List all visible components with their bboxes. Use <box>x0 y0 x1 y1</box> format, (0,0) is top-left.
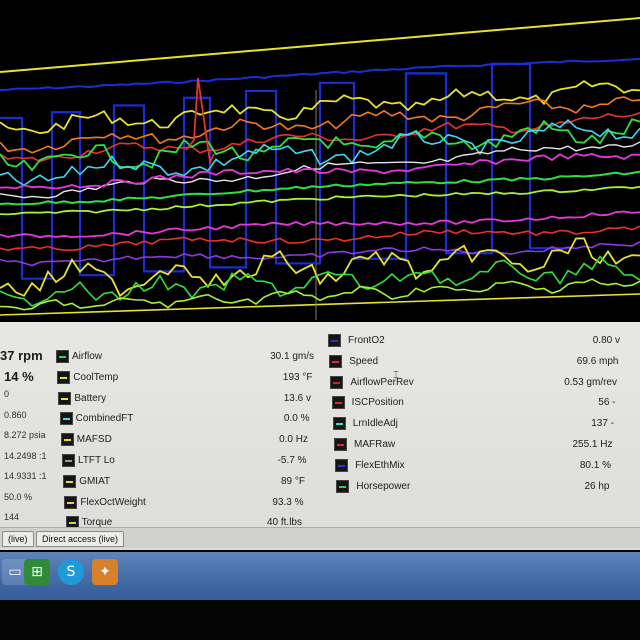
sensor-row[interactable]: AirflowPerRev 0.53 gm/rev <box>320 374 630 392</box>
sensor-value: 56 - <box>598 397 616 409</box>
sensor-name: Horsepower <box>356 480 411 492</box>
graph-border-top <box>0 17 640 73</box>
sensor-row[interactable]: FlexOctWeight 93.3 % <box>48 494 318 512</box>
left-reading: 0 <box>4 389 10 399</box>
series-color-swatch <box>328 334 341 347</box>
sensor-row[interactable]: CombinedFT 0.0 % <box>48 410 318 428</box>
sensor-value: 30.1 gm/s <box>270 351 314 362</box>
series-color-swatch <box>335 458 349 472</box>
sensor-value: 137 - <box>591 418 614 430</box>
left-reading: 14.9331 :1 <box>4 471 47 481</box>
sensor-row[interactable]: Airflow 30.1 gm/s <box>48 348 318 366</box>
sensor-value: 80.1 % <box>579 459 611 471</box>
sensor-row[interactable]: LrnIdleAdj 137 - <box>320 415 630 433</box>
mouse-cursor-icon: ⌶ <box>393 370 399 381</box>
sensor-row[interactable]: MAFSD 0.0 Hz <box>48 431 318 449</box>
series-color-swatch <box>62 454 75 467</box>
sensor-value: 26 hp <box>584 480 610 492</box>
sensor-name: CombinedFT <box>75 413 134 425</box>
monitor-bezel <box>0 600 640 640</box>
sensor-name: CoolTemp <box>73 371 119 383</box>
graph-border-bottom <box>0 293 640 316</box>
tab-bar: (live) Direct access (live) <box>0 527 640 548</box>
sensor-value: 193 °F <box>282 371 313 383</box>
sensor-name: GMIAT <box>79 475 111 487</box>
left-reading: 50.0 % <box>4 491 33 502</box>
sensor-row[interactable]: Horsepower 26 hp <box>320 478 630 496</box>
sensor-value: 0.0 % <box>283 413 310 425</box>
sensor-name: Battery <box>74 392 107 404</box>
sensor-value: 255.1 Hz <box>572 439 613 450</box>
series-color-swatch <box>58 391 72 405</box>
sensor-name: AirflowPerRev <box>350 376 414 388</box>
series-color-swatch <box>59 412 73 426</box>
left-reading: 14 % <box>4 368 34 384</box>
sensor-row[interactable]: CoolTemp 193 °F <box>48 369 318 387</box>
sensor-row[interactable]: ISCPosition 56 - <box>320 394 630 412</box>
sensor-value: 69.6 mph <box>576 355 619 367</box>
series-color-swatch <box>336 479 350 493</box>
sensor-name: LrnIdleAdj <box>352 418 398 430</box>
sensor-value: 0.53 gm/rev <box>564 376 617 388</box>
sensor-row[interactable]: Speed 69.6 mph <box>320 353 630 371</box>
sensor-name: ISCPosition <box>351 397 404 409</box>
left-reading: 8.272 psia <box>4 430 46 440</box>
series-color-swatch <box>329 354 343 368</box>
series-color-swatch <box>57 370 71 384</box>
sensor-name: LTFT Lo <box>78 455 115 466</box>
left-reading: 14.2498 :1 <box>4 450 47 461</box>
series-color-swatch <box>60 433 74 447</box>
sensor-value: 0.80 v <box>592 335 620 346</box>
sensor-row[interactable]: GMIAT 89 °F <box>48 473 318 491</box>
sensor-row[interactable]: Battery 13.6 v <box>48 390 318 408</box>
series-color-swatch <box>334 438 347 451</box>
sensor-value: 13.6 v <box>283 392 311 404</box>
sensor-name: Speed <box>349 355 379 367</box>
spreadsheet-icon[interactable]: ⊞ <box>24 559 50 585</box>
sensor-readout-panel: 37 rpm 14 % 0 0.860 8.272 psia 14.2498 :1 14.9… <box>0 322 640 550</box>
tab-direct-access[interactable]: Direct access (live) <box>36 531 125 547</box>
sensor-row[interactable]: MAFRaw 255.1 Hz <box>320 436 630 454</box>
graph-area[interactable] <box>0 0 640 335</box>
sensor-value: -5.7 % <box>277 455 307 466</box>
series-color-swatch <box>331 396 345 410</box>
app-icon[interactable]: ✦ <box>92 559 118 585</box>
sensor-row[interactable]: FlexEthMix 80.1 % <box>320 457 630 475</box>
tab-live[interactable]: (live) <box>2 531 34 547</box>
sensor-name: MAFSD <box>76 434 112 446</box>
sensor-name: MAFRaw <box>354 439 396 450</box>
series-color-swatch <box>330 375 344 389</box>
series-color-swatch <box>56 350 69 363</box>
series-color-swatch <box>64 495 78 509</box>
sensor-graph <box>0 17 640 320</box>
left-reading: 0.860 <box>4 409 27 420</box>
sensor-name: Airflow <box>72 351 103 362</box>
sensor-name: FrontO2 <box>348 335 385 346</box>
left-reading: 37 rpm <box>0 348 43 363</box>
sensor-value: 89 °F <box>280 475 305 487</box>
scanner-window: 37 rpm 14 % 0 0.860 8.272 psia 14.2498 :1 14.9… <box>0 0 640 640</box>
sensor-value: 93.3 % <box>272 496 304 508</box>
sensor-value: 0.0 Hz <box>279 434 308 446</box>
sensor-name: FlexOctWeight <box>80 496 146 508</box>
sensor-row[interactable]: FrontO2 0.80 v <box>320 332 630 350</box>
sensor-row[interactable]: LTFT Lo -5.7 % <box>48 452 318 470</box>
sensor-name: FlexEthMix <box>355 459 405 471</box>
series-color-swatch <box>63 474 77 488</box>
skype-icon[interactable]: S <box>58 559 84 585</box>
series-color-swatch <box>332 417 346 431</box>
